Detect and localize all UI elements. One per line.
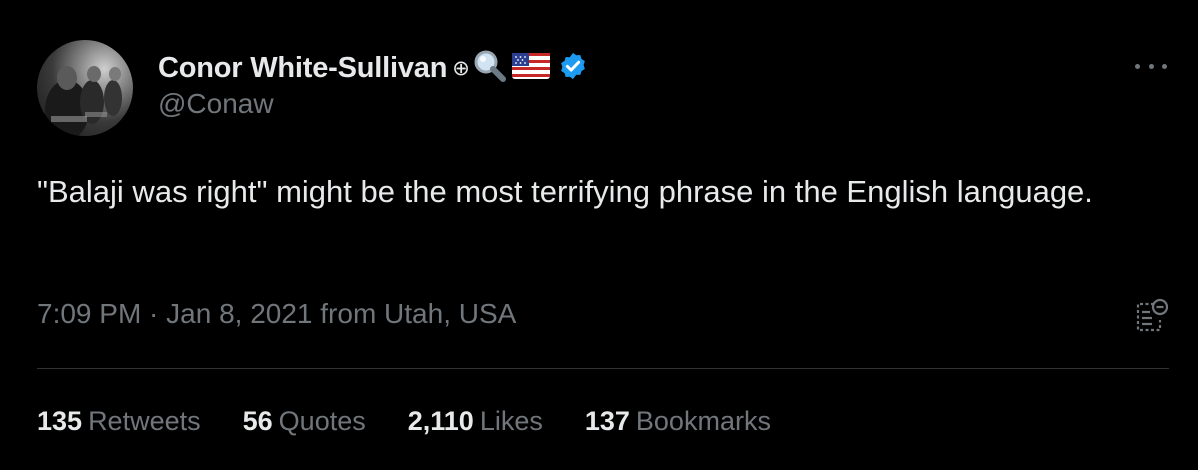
bookmarks-label: Bookmarks [635,406,771,436]
analytics-icon[interactable] [1130,296,1170,336]
author-name-row: Conor White-Sullivan ⊕ [158,48,588,88]
display-name[interactable]: Conor White-Sullivan [158,52,447,85]
tweet: Conor White-Sullivan ⊕ @Conaw "Balaji wa… [0,0,1198,470]
quotes-stat[interactable]: 56 Quotes [243,406,366,437]
dot [1162,63,1167,69]
quotes-label: Quotes [278,406,366,436]
quotes-count: 56 [242,406,273,436]
retweets-label: Retweets [88,406,201,436]
dot [1148,63,1154,69]
likes-stat[interactable]: 2,110 Likes [408,406,543,437]
retweets-stat[interactable]: 135 Retweets [37,406,201,437]
engagement-stats: 135 Retweets 56 Quotes 2,110 Likes 137 Bookm… [37,406,813,437]
likes-label: Likes [479,406,543,436]
bookmarks-stat[interactable]: 137 Bookmarks [585,406,771,437]
retweets-count: 135 [37,406,83,436]
likes-count: 2,110 [407,406,474,436]
cross-symbol: ⊕ [452,56,470,80]
dot [1135,63,1140,69]
more-options-icon[interactable] [1135,54,1167,78]
user-handle[interactable]: @Conaw [158,88,274,120]
verified-badge-icon[interactable] [558,51,588,86]
divider [37,368,1169,369]
avatar[interactable] [37,40,133,136]
magnifying-glass-icon [472,48,508,89]
bookmarks-count: 137 [584,406,630,436]
tweet-text: "Balaji was right" might be the most ter… [37,174,1093,209]
tweet-timestamp[interactable]: 7:09 PM · Jan 8, 2021 from Utah, USA [37,298,516,330]
us-flag-icon [511,51,550,86]
